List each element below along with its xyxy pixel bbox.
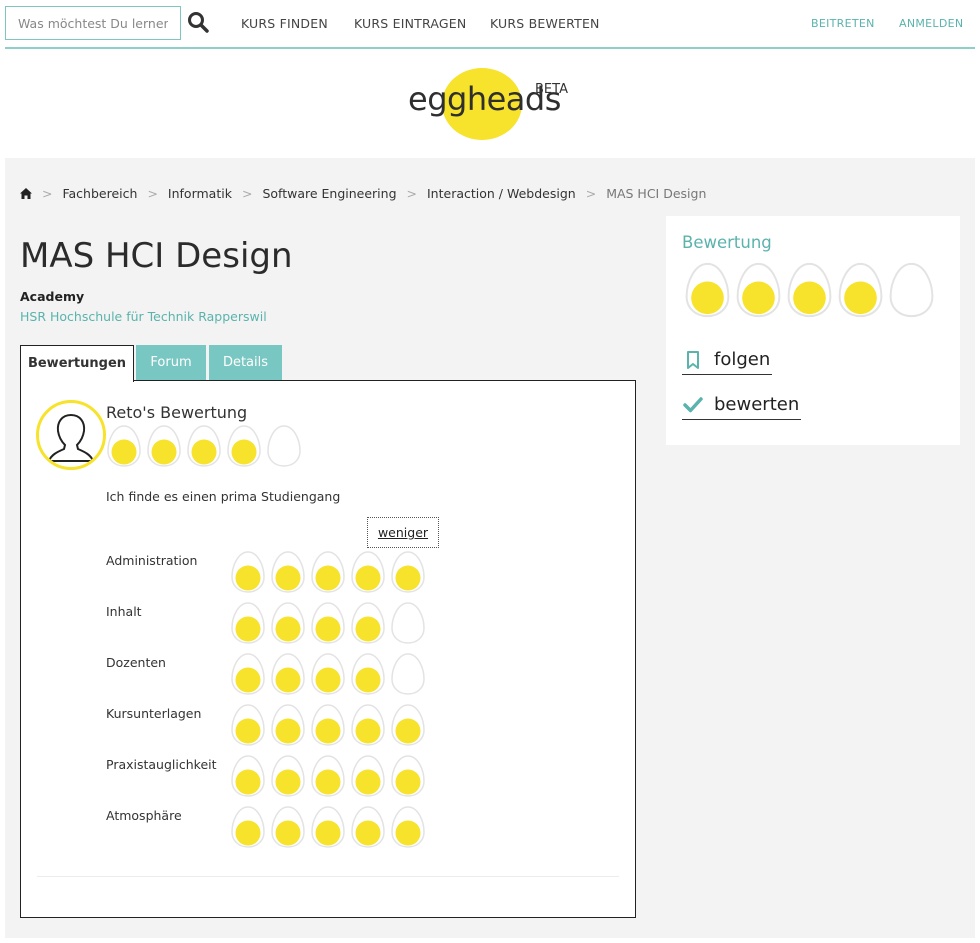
rate-button[interactable]: bewerten	[682, 390, 802, 420]
egg-filled-icon	[351, 602, 385, 644]
egg-filled-icon	[351, 653, 385, 695]
egg-filled-icon	[271, 704, 305, 746]
checkmark-icon	[683, 396, 703, 412]
criterion-label: Kursunterlagen	[106, 706, 202, 721]
breadcrumb: > Fachbereich > Informatik > Software Enginee…	[20, 186, 706, 201]
tab-bewertungen[interactable]: Bewertungen	[20, 345, 134, 382]
eggheads-logo[interactable]: eggheads BETA	[408, 66, 578, 142]
header-divider	[5, 47, 975, 49]
egg-filled-icon	[838, 262, 883, 318]
nav-kurs-bewerten[interactable]: KURS BEWERTEN	[490, 16, 600, 31]
search-icon[interactable]	[186, 10, 210, 34]
egg-filled-icon	[787, 262, 832, 318]
breadcrumb-item[interactable]: Software Engineering	[262, 186, 396, 201]
egg-filled-icon	[231, 602, 265, 644]
egg-filled-icon	[231, 653, 265, 695]
top-navigation: KURS FINDEN KURS EINTRAGEN KURS BEWERTEN…	[0, 0, 980, 49]
egg-empty-icon	[391, 653, 425, 695]
egg-filled-icon	[187, 425, 221, 467]
egg-empty-icon	[391, 602, 425, 644]
page-title: MAS HCI Design	[20, 236, 293, 276]
review-text: Ich finde es einen prima Studiengang	[106, 489, 341, 504]
egg-filled-icon	[351, 704, 385, 746]
criterion-label: Atmosphäre	[106, 808, 182, 823]
egg-filled-icon	[271, 602, 305, 644]
breadcrumb-separator: >	[585, 186, 597, 201]
join-link[interactable]: BEITRETEN	[811, 17, 875, 30]
breadcrumb-item[interactable]: Informatik	[168, 186, 232, 201]
breadcrumb-separator: >	[147, 186, 158, 201]
egg-filled-icon	[391, 704, 425, 746]
criterion-rating	[230, 703, 426, 747]
breadcrumb-separator: >	[241, 186, 253, 201]
user-avatar-icon	[36, 400, 106, 470]
breadcrumb-item[interactable]: Interaction / Webdesign	[427, 186, 576, 201]
egg-filled-icon	[147, 425, 181, 467]
breadcrumb-current: MAS HCI Design	[606, 186, 707, 201]
login-link[interactable]: ANMELDEN	[899, 17, 963, 30]
egg-filled-icon	[311, 551, 345, 593]
criterion-rating	[230, 805, 426, 849]
egg-filled-icon	[271, 653, 305, 695]
egg-filled-icon	[231, 704, 265, 746]
egg-filled-icon	[311, 602, 345, 644]
follow-button[interactable]: folgen	[682, 345, 773, 375]
search-input[interactable]	[5, 6, 181, 40]
provider-type: Academy	[20, 289, 85, 304]
egg-filled-icon	[736, 262, 781, 318]
egg-empty-icon	[889, 262, 934, 318]
beta-badge: BETA	[535, 82, 568, 97]
egg-filled-icon	[351, 806, 385, 848]
rating-card-title: Bewertung	[682, 233, 772, 252]
egg-filled-icon	[311, 653, 345, 695]
criterion-label: Praxistauglichkeit	[106, 757, 217, 772]
panel-divider	[37, 876, 619, 877]
provider-link[interactable]: HSR Hochschule für Technik Rapperswil	[20, 309, 267, 324]
egg-filled-icon	[231, 551, 265, 593]
tab-forum[interactable]: Forum	[136, 345, 206, 381]
criterion-rating	[230, 754, 426, 798]
egg-filled-icon	[227, 425, 261, 467]
egg-filled-icon	[311, 755, 345, 797]
home-icon[interactable]	[20, 186, 32, 201]
breadcrumb-separator: >	[42, 186, 53, 201]
rate-label: bewerten	[714, 394, 800, 415]
breadcrumb-item[interactable]: Fachbereich	[62, 186, 137, 201]
egg-filled-icon	[311, 806, 345, 848]
overall-rating	[684, 261, 935, 319]
criterion-rating	[230, 652, 426, 696]
nav-kurs-eintragen[interactable]: KURS EINTRAGEN	[354, 16, 466, 31]
egg-filled-icon	[391, 755, 425, 797]
criterion-label: Inhalt	[106, 604, 142, 619]
nav-kurs-finden[interactable]: KURS FINDEN	[241, 16, 328, 31]
egg-filled-icon	[351, 551, 385, 593]
egg-filled-icon	[391, 551, 425, 593]
follow-label: folgen	[714, 349, 771, 370]
egg-empty-icon	[267, 425, 301, 467]
less-button[interactable]: weniger	[367, 517, 439, 548]
egg-filled-icon	[271, 755, 305, 797]
criterion-label: Dozenten	[106, 655, 166, 670]
breadcrumb-separator: >	[406, 186, 417, 201]
criterion-rating	[230, 601, 426, 645]
tab-details[interactable]: Details	[209, 345, 282, 381]
bookmark-icon	[687, 350, 699, 369]
egg-filled-icon	[685, 262, 730, 318]
criterion-rating	[230, 550, 426, 594]
criterion-label: Administration	[106, 553, 198, 568]
egg-filled-icon	[271, 806, 305, 848]
egg-filled-icon	[231, 806, 265, 848]
egg-filled-icon	[391, 806, 425, 848]
egg-filled-icon	[311, 704, 345, 746]
egg-filled-icon	[351, 755, 385, 797]
review-overall-rating	[106, 424, 302, 468]
review-title: Reto's Bewertung	[106, 403, 248, 422]
egg-filled-icon	[231, 755, 265, 797]
egg-filled-icon	[107, 425, 141, 467]
egg-filled-icon	[271, 551, 305, 593]
